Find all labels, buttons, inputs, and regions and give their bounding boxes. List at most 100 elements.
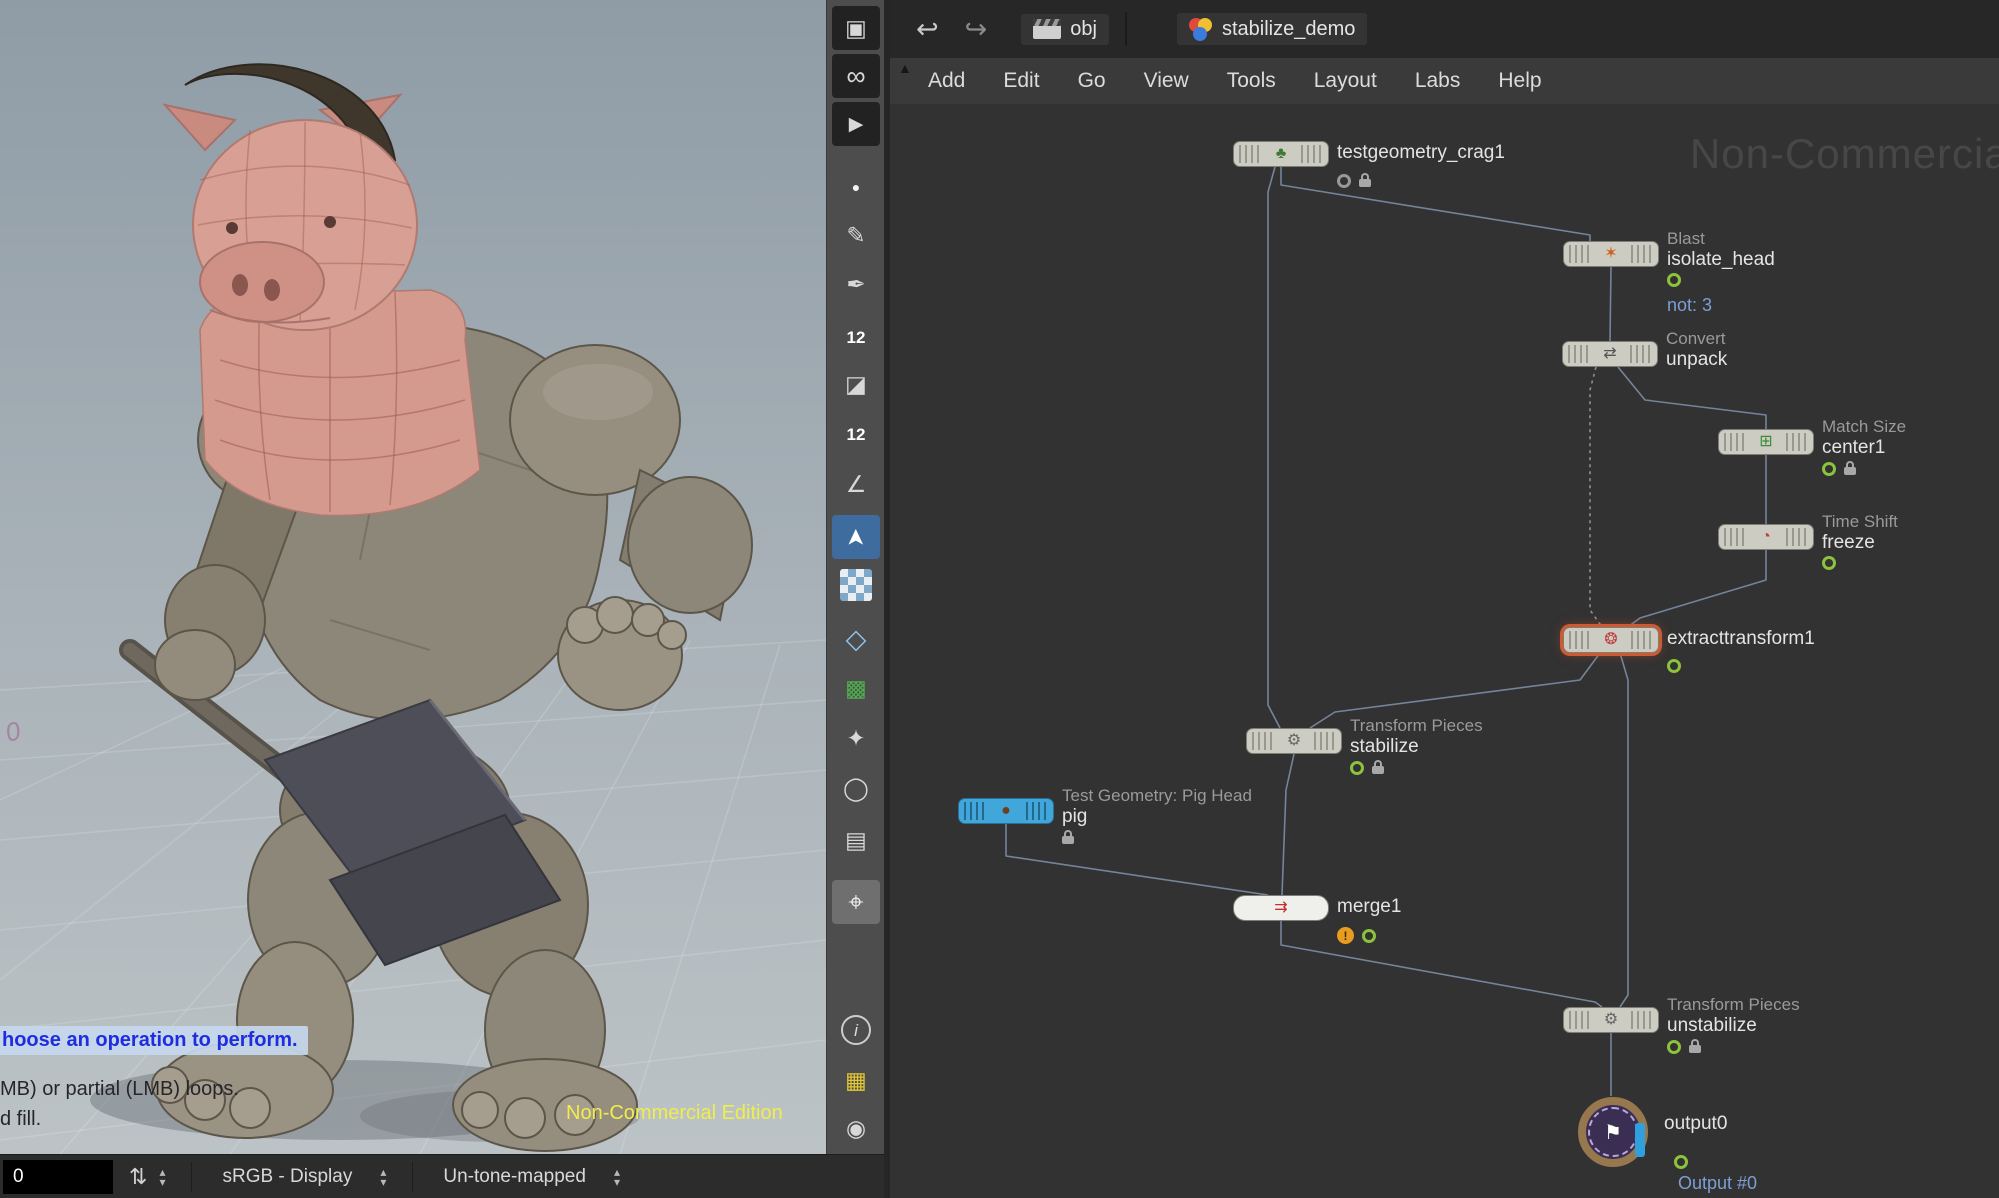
node-merge1[interactable]: ⇉ merge1 !	[1233, 895, 1329, 921]
display-flag-icon[interactable]	[1822, 462, 1836, 476]
sculpt-12-icon[interactable]: 12	[832, 412, 880, 456]
menu-help[interactable]: Help	[1498, 69, 1541, 93]
modeler-12-icon[interactable]: 12	[832, 315, 880, 359]
grid-icon[interactable]: ▦	[832, 1058, 880, 1102]
menu-layout[interactable]: Layout	[1314, 69, 1377, 93]
back-arrow-icon[interactable]: ↩	[916, 14, 939, 45]
viewport-bottom-bar: 0 ⇅ ▴ ▾ sRGB - Display ▴ ▾ Un-tone-mappe…	[0, 1154, 884, 1198]
display-flag-icon[interactable]	[1667, 659, 1681, 673]
display-flag-icon[interactable]	[1667, 1040, 1681, 1054]
matchsize-icon: ⊞	[1759, 434, 1772, 450]
scene-view-icon[interactable]: ▣	[832, 6, 880, 50]
menu-labs[interactable]: Labs	[1415, 69, 1461, 93]
frame-stepper[interactable]: ▴ ▾	[159, 1167, 165, 1187]
network-canvas[interactable]: Non-Commercial	[890, 104, 1999, 1198]
node-stabilize[interactable]: ⚙ Transform Piecesstabilize	[1246, 728, 1342, 754]
obj-context-icon	[1033, 19, 1061, 39]
node-extracttransform1[interactable]: ❂ extracttransform1	[1563, 627, 1659, 653]
breadcrumb-node[interactable]: stabilize_demo	[1177, 13, 1367, 45]
node-name-label: freeze	[1822, 532, 1898, 554]
node-comment: not: 3	[1667, 295, 1712, 316]
circle-tool-icon[interactable]: ◯	[832, 766, 880, 810]
viewport-hint-line1: hoose an operation to perform.	[0, 1026, 308, 1055]
merge-icon: ⇉	[1274, 900, 1287, 916]
trowel-icon[interactable]: ◪	[832, 362, 880, 406]
network-path-bar: ↩ ↪ obj stabilize_demo	[890, 0, 1999, 59]
lock-icon[interactable]	[1359, 173, 1371, 188]
divider	[191, 1162, 192, 1192]
paint-dot-icon[interactable]: ●	[832, 165, 880, 209]
pin-icon[interactable]: ⌖	[832, 880, 880, 924]
node-center1[interactable]: ⊞ Match Sizecenter1	[1718, 429, 1814, 455]
stepper-down-icon[interactable]: ▾	[380, 1177, 386, 1187]
display-flag-icon[interactable]	[1674, 1155, 1688, 1169]
breadcrumb-obj-label: obj	[1070, 18, 1097, 41]
menu-add[interactable]: Add	[928, 69, 965, 93]
lock-icon[interactable]	[1689, 1039, 1701, 1054]
menu-tools[interactable]: Tools	[1227, 69, 1276, 93]
mask-checker-icon[interactable]	[832, 563, 880, 607]
breadcrumb-obj[interactable]: obj	[1021, 14, 1109, 45]
menu-go[interactable]: Go	[1078, 69, 1106, 93]
display-flag-icon[interactable]	[1667, 273, 1681, 287]
node-unpack[interactable]: ⇄ Convertunpack	[1562, 341, 1658, 367]
display-flag-icon[interactable]	[1350, 761, 1364, 775]
viewport-canvas[interactable]: 0 0 0	[0, 0, 826, 1154]
brush-icon[interactable]: ✎	[832, 213, 880, 257]
frame-input[interactable]: 0	[3, 1160, 113, 1194]
node-unstabilize[interactable]: ⚙ Transform Piecesunstabilize	[1563, 1007, 1659, 1033]
network-editor: ↩ ↪ obj stabilize_demo ▲ Add Edit Go Vie…	[884, 0, 1999, 1198]
node-testgeometry_crag1[interactable]: ♣ testgeometry_crag1	[1233, 141, 1329, 167]
snapshot-icon[interactable]: ▤	[832, 818, 880, 862]
lock-icon[interactable]	[1372, 760, 1384, 775]
node-type-label: Blast	[1667, 229, 1775, 249]
keyframe-icon[interactable]: ⇅	[129, 1164, 147, 1190]
node-name-label: testgeometry_crag1	[1337, 142, 1505, 164]
node-pig[interactable]: ● Test Geometry: Pig Headpig	[958, 798, 1054, 824]
display-colorspace-select[interactable]: sRGB - Display ▴ ▾	[222, 1166, 386, 1188]
select-arrow-icon[interactable]: ➤	[832, 515, 880, 559]
protractor-icon[interactable]: ∠	[832, 462, 880, 506]
tonemap-select[interactable]: Un-tone-mapped ▴ ▾	[443, 1166, 620, 1188]
node-name-label: center1	[1822, 437, 1906, 459]
forward-arrow-icon[interactable]: ↪	[965, 14, 988, 45]
clock-flag-icon[interactable]	[1337, 174, 1351, 188]
scene-viewport[interactable]: 0 0 0	[0, 0, 826, 1154]
transformpieces-icon: ⚙	[1287, 733, 1301, 749]
info-icon[interactable]: i	[832, 1008, 880, 1052]
node-name-label: unpack	[1666, 349, 1727, 371]
node-freeze[interactable]: ◔ Time Shiftfreeze	[1718, 524, 1814, 550]
timeshift-icon: ◔	[1761, 529, 1771, 545]
render-view-icon[interactable]: ▶	[832, 102, 880, 146]
display-flag-icon[interactable]	[1362, 929, 1376, 943]
divider	[1125, 12, 1127, 46]
lock-icon[interactable]	[1844, 461, 1856, 476]
breadcrumb-node-label: stabilize_demo	[1222, 18, 1355, 41]
stepper-down-icon[interactable]: ▾	[159, 1177, 165, 1187]
viewport-toolbar: ▣ ∞ ▶ ● ✎ ✒ 12 ◪ 12 ∠ ➤ ◇ ▩ ✦ ◯ ▤ ⌖ i ▦ …	[826, 0, 885, 1154]
output-connector-tab[interactable]	[1635, 1123, 1645, 1157]
node-type-label: Match Size	[1822, 417, 1906, 437]
testgeometry-icon: ♣	[1276, 146, 1287, 162]
node-name-label: pig	[1062, 806, 1252, 828]
lock-icon[interactable]	[1062, 830, 1074, 845]
blast-icon: ✶	[1604, 246, 1617, 262]
stereo-glasses-icon[interactable]: ∞	[832, 54, 880, 98]
node-wires	[890, 104, 1999, 1198]
menu-edit[interactable]: Edit	[1003, 69, 1039, 93]
eye-icon[interactable]: ◉	[832, 1106, 880, 1150]
stepper-down-icon[interactable]: ▾	[614, 1177, 620, 1187]
node-output0[interactable]: ⚑ output0 Output #0	[1578, 1097, 1648, 1167]
output-node-body[interactable]: ⚑	[1578, 1097, 1648, 1167]
warning-icon: !	[1337, 927, 1354, 944]
pane-expand-icon[interactable]: ▲	[898, 60, 912, 76]
node-type-label: Transform Pieces	[1350, 716, 1483, 736]
handles-diamond-icon[interactable]: ◇	[832, 617, 880, 661]
light-icon[interactable]: ✦	[832, 716, 880, 760]
node-isolate_head[interactable]: ✶ Blastisolate_head not: 3	[1563, 241, 1659, 267]
uv-view-icon[interactable]: ▩	[832, 666, 880, 710]
pighead-icon: ●	[1001, 803, 1011, 819]
menu-view[interactable]: View	[1144, 69, 1189, 93]
display-flag-icon[interactable]	[1822, 556, 1836, 570]
ink-pen-icon[interactable]: ✒	[832, 262, 880, 306]
